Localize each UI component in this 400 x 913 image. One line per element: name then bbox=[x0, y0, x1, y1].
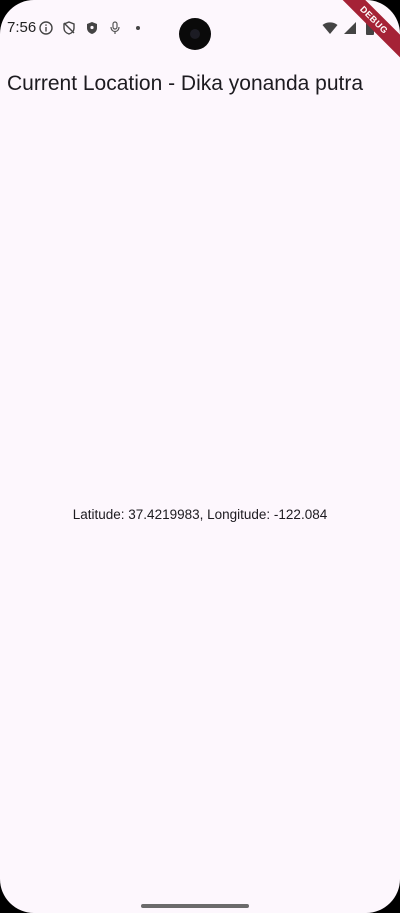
signal-icon bbox=[342, 20, 358, 36]
front-camera bbox=[179, 18, 211, 50]
status-icons-left bbox=[38, 20, 140, 36]
location-content: Latitude: 37.4219983, Longitude: -122.08… bbox=[0, 506, 400, 524]
wifi-icon bbox=[322, 20, 338, 36]
device-frame: 7:56 DEBUG Current Location - Dika yonan… bbox=[0, 0, 400, 913]
info-icon bbox=[38, 20, 54, 36]
status-time: 7:56 bbox=[7, 19, 37, 36]
mic-icon bbox=[107, 20, 123, 36]
home-indicator[interactable] bbox=[141, 904, 249, 908]
notification-dot-icon bbox=[136, 26, 140, 30]
shield-icon bbox=[84, 20, 100, 36]
shield-off-icon bbox=[61, 20, 77, 36]
page-title: Current Location - Dika yonanda putra bbox=[7, 72, 364, 95]
app-bar: Current Location - Dika yonanda putra bbox=[0, 56, 400, 112]
location-coordinates-text: Latitude: 37.4219983, Longitude: -122.08… bbox=[72, 507, 328, 522]
status-bar: 7:56 bbox=[0, 0, 400, 52]
camera-lens bbox=[190, 29, 200, 39]
app-screen: 7:56 DEBUG Current Location - Dika yonan… bbox=[0, 0, 400, 913]
